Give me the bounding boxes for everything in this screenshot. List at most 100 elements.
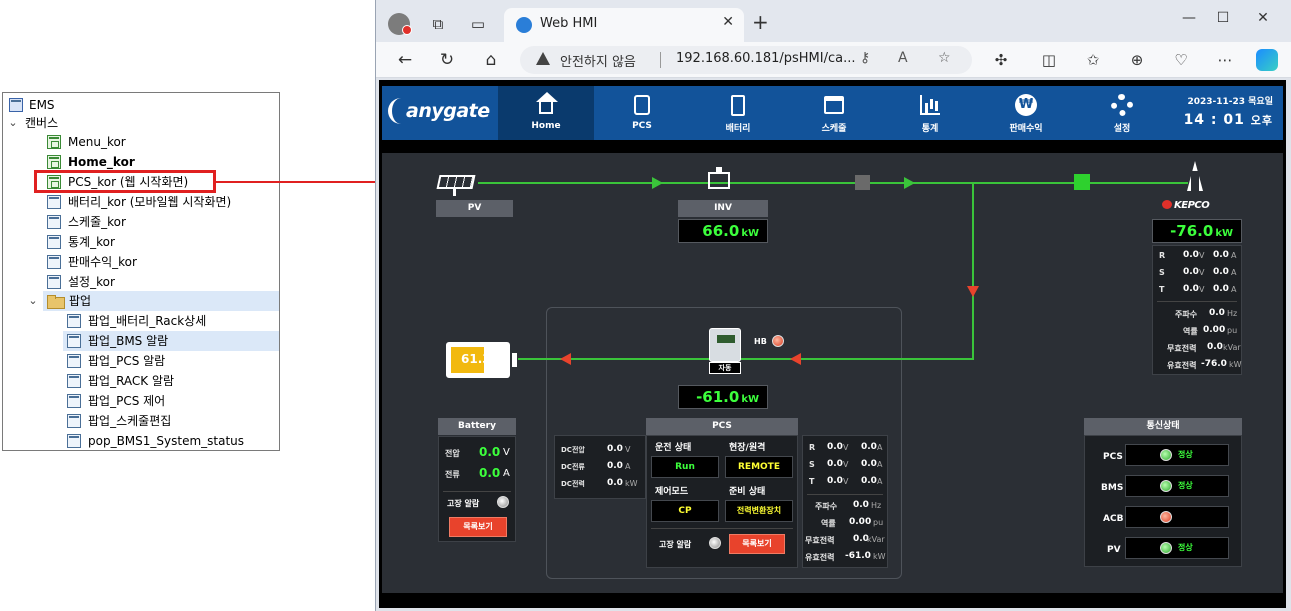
nav-settings[interactable]: 설정 [1074, 86, 1170, 140]
inv-label: INV [678, 200, 768, 217]
tree-item-home[interactable]: Home_kor [3, 152, 279, 172]
ready-state-value: 전력변환장치 [725, 500, 793, 522]
pcs-fault-led [709, 537, 721, 549]
nav-battery[interactable]: 배터리 [690, 86, 786, 140]
tree-popup-item[interactable]: 팝업_BMS 알람 [63, 331, 279, 351]
close-icon[interactable]: ✕ [722, 14, 734, 30]
comm-panel-title: 통신상태 [1084, 418, 1242, 435]
favorites-icon[interactable]: ✩ [1080, 48, 1106, 72]
split-screen-icon[interactable]: ◫ [1036, 48, 1062, 72]
collections-icon[interactable]: ⊕ [1124, 48, 1150, 72]
screen-icon [47, 195, 61, 209]
battery-terminal [512, 353, 517, 367]
read-aloud-icon[interactable]: A [898, 50, 908, 66]
chevron-down-icon[interactable]: ⌄ [7, 113, 19, 133]
screen-icon [47, 215, 61, 229]
tree-popup-item[interactable]: 팝업_스케줄편집 [3, 411, 279, 431]
tab-web-hmi[interactable]: Web HMI ✕ [504, 8, 744, 42]
profile-avatar[interactable] [388, 13, 412, 35]
grid-metric-pf: 역률 0.00 pu [1183, 325, 1238, 336]
tree-item-settings[interactable]: 설정_kor [3, 272, 279, 292]
divider [651, 528, 793, 529]
tree-popup-item[interactable]: 팝업_PCS 알람 [3, 351, 279, 371]
tree-popup-item[interactable]: 팝업_PCS 제어 [3, 391, 279, 411]
inverter-icon[interactable] [707, 167, 731, 191]
tree-popup-folder[interactable]: ⌄ 팝업 [28, 291, 279, 311]
refresh-icon[interactable]: ↻ [434, 48, 460, 72]
tree-item-battery[interactable]: 배터리_kor (모바일웹 시작화면) [3, 192, 279, 212]
ampm: 오후 [1250, 114, 1273, 127]
comm-led-pcs [1160, 449, 1172, 461]
tree-item-menu[interactable]: Menu_kor [3, 132, 279, 152]
url-text[interactable]: 192.168.60.181/psHMI/ca... [676, 51, 856, 66]
nav-stats[interactable]: 통계 [882, 86, 978, 140]
nav-pcs[interactable]: PCS [594, 86, 690, 140]
new-tab-button[interactable]: + [752, 12, 769, 32]
pcs-device-icon[interactable]: 자동 [709, 328, 741, 374]
chevron-down-icon[interactable]: ⌄ [27, 291, 39, 311]
tree-popup-item[interactable]: 팝업_배터리_Rack상세 [3, 311, 279, 331]
minimize-button[interactable]: — [1174, 6, 1204, 30]
nav-revenue[interactable]: ₩ 판매수익 [978, 86, 1074, 140]
pcs-panel-title: PCS [646, 418, 798, 435]
extensions-icon[interactable]: ✣ [988, 48, 1014, 72]
tree-popup-item[interactable]: pop_BMS1_System_status [3, 431, 279, 451]
site-remote-value: REMOTE [725, 456, 793, 478]
grid-metric-frequency: 주파수 0.0 Hz [1175, 308, 1238, 319]
pcs-metric-frequency: 주파수 0.0 Hz [815, 500, 882, 511]
hmi-app: anygate Home PCS 배터리 스케줄 통계 ₩ 판매수익 설정 20… [379, 80, 1286, 608]
comm-led-bms [1160, 480, 1172, 492]
pcs-feeder-line [972, 182, 974, 360]
maximize-button[interactable]: ☐ [1208, 6, 1238, 30]
warning-icon [536, 52, 550, 65]
pcs-phase-s: S 0.0 V 0.0 A [809, 459, 883, 469]
nav-schedule[interactable]: 스케줄 [786, 86, 882, 140]
power-tower-icon[interactable] [1184, 161, 1206, 191]
project-tree: EMS ⌄ 캔버스 Menu_kor Home_kor PCS_kor (웹 시… [2, 92, 280, 451]
solar-panel-icon[interactable] [436, 175, 476, 197]
address-bar[interactable]: 안전하지 않음 192.168.60.181/psHMI/ca... ⚷ A ☆ [520, 46, 972, 74]
comm-status-panel: PCS 정상 BMS 정상 ACB PV 정상 [1084, 435, 1242, 567]
grid-phase-s: S 0.0 V 0.0 A [1159, 267, 1237, 277]
highlight-box [34, 170, 216, 193]
system-diagram: PV INV 66.0 kW KEPCO -76.0 kW R 0.0 V 0.0 A S0… [382, 153, 1283, 593]
breaker-open-indicator[interactable] [855, 175, 870, 190]
browser-essentials-icon[interactable]: ♡ [1168, 48, 1194, 72]
tab-actions-icon[interactable]: ▭ [464, 10, 492, 38]
battery-soc-text: 61.3% [461, 352, 499, 366]
browser-toolbar: ← ↻ ⌂ 안전하지 않음 192.168.60.181/psHMI/ca...… [376, 42, 1291, 78]
favorite-star-icon[interactable]: ☆ [938, 50, 951, 66]
pcs-phase-t: T 0.0 V 0.0 A [809, 476, 883, 486]
won-icon: ₩ [978, 92, 1074, 116]
copilot-icon[interactable] [1256, 49, 1278, 71]
key-icon[interactable]: ⚷ [860, 50, 870, 66]
comm-cell-acb [1125, 506, 1229, 528]
back-arrow-icon[interactable]: ← [392, 48, 418, 72]
tree-root-ems[interactable]: EMS [3, 95, 279, 115]
nav-home[interactable]: Home [498, 86, 594, 140]
pcs-list-button[interactable]: 목록보기 [729, 534, 785, 554]
hb-label: HB [754, 337, 767, 346]
home-icon[interactable]: ⌂ [478, 48, 504, 72]
breaker-closed-indicator[interactable] [1074, 174, 1090, 190]
inv-power-display: 66.0 kW [678, 219, 768, 243]
battery-soc-icon[interactable]: 61.3% [446, 342, 510, 378]
tree-item-schedule[interactable]: 스케줄_kor [3, 212, 279, 232]
workspaces-icon[interactable]: ⧉ [424, 10, 452, 38]
insecure-label[interactable]: 안전하지 않음 [560, 51, 636, 70]
pcs-dc-current-row: DC전류 0.0 A [561, 461, 631, 471]
gear-icon [1074, 92, 1170, 116]
battery-list-button[interactable]: 목록보기 [449, 517, 507, 537]
more-menu-icon[interactable]: ⋯ [1212, 48, 1238, 72]
date-display: 2023-11-23 목요일 [1187, 97, 1273, 107]
tree-popup-item[interactable]: 팝업_RACK 알람 [3, 371, 279, 391]
tree-item-stats[interactable]: 통계_kor [3, 232, 279, 252]
pcs-dc-panel: DC전압 0.0 V DC전류 0.0 A DC전력 0.0 kW [554, 435, 646, 499]
window-close-button[interactable]: ✕ [1248, 6, 1278, 30]
ready-state-label: 준비 상태 [729, 487, 766, 497]
screen-green-icon [47, 155, 61, 169]
tree-item-revenue[interactable]: 판매수익_kor [3, 252, 279, 272]
battery-icon [690, 92, 786, 116]
control-mode-label: 제어모드 [655, 487, 689, 497]
tree-canvas-node[interactable]: ⌄ 캔버스 [3, 113, 279, 133]
